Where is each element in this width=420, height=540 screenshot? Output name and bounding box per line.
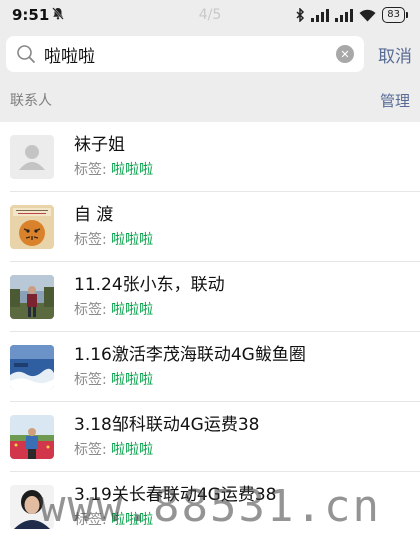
flower-field-avatar	[10, 415, 54, 459]
tag-value: 啦啦啦	[111, 302, 154, 318]
sea-avatar	[10, 345, 54, 389]
tag-label: 标签:	[74, 442, 112, 458]
contact-row[interactable]: 3.18邹科联动4G运费38 标签: 啦啦啦	[0, 402, 420, 472]
contact-tag-line: 标签: 啦啦啦	[74, 299, 225, 321]
tag-label: 标签:	[74, 232, 112, 248]
contact-row[interactable]: 袜子姐 标签: 啦啦啦	[0, 122, 420, 192]
contact-tag-line: 标签: 啦啦啦	[74, 159, 153, 181]
tag-value: 啦啦啦	[111, 512, 154, 528]
tag-value: 啦啦啦	[111, 442, 154, 458]
bluetooth-icon	[296, 8, 305, 22]
search-icon	[16, 44, 36, 64]
wifi-icon	[359, 9, 376, 22]
tiger-avatar	[10, 205, 54, 249]
search-field[interactable]: ✕	[6, 36, 364, 72]
tag-label: 标签:	[74, 372, 112, 388]
contact-name: 3.18邹科联动4G运费38	[74, 415, 260, 435]
search-input[interactable]	[44, 44, 336, 64]
section-title: 联系人	[10, 93, 52, 109]
manage-button[interactable]: 管理	[380, 90, 410, 111]
status-bar: 9:51 4/5 83	[0, 0, 420, 30]
contact-name: 袜子姐	[74, 135, 125, 155]
contact-list: 袜子姐 标签: 啦啦啦 自 渡 标签: 啦啦啦 11.24张小东，联动 标签: …	[0, 122, 420, 540]
contact-row[interactable]: 1.16激活李茂海联动4G鲅鱼圈 标签: 啦啦啦	[0, 332, 420, 402]
search-bar: ✕ 取消	[0, 30, 420, 78]
default-avatar-icon	[10, 135, 54, 179]
contact-tag-line: 标签: 啦啦啦	[74, 439, 259, 461]
tag-value: 啦啦啦	[111, 162, 154, 178]
tag-label: 标签:	[74, 162, 112, 178]
tag-value: 啦啦啦	[111, 372, 154, 388]
contact-row[interactable]: 自 渡 标签: 啦啦啦	[0, 192, 420, 262]
person-outdoor-avatar	[10, 275, 54, 319]
contact-name: 1.16激活李茂海联动4G鲅鱼圈	[74, 345, 306, 365]
contact-row[interactable]: 3.19关长春联动4G运费38 标签: 啦啦啦	[0, 472, 420, 540]
bell-muted-icon	[52, 7, 65, 23]
cancel-button[interactable]: 取消	[378, 42, 412, 67]
clear-icon[interactable]: ✕	[336, 45, 354, 63]
contact-row[interactable]: 11.24张小东，联动 标签: 啦啦啦	[0, 262, 420, 332]
contact-name: 11.24张小东，联动	[74, 275, 225, 295]
status-time: 9:51	[12, 6, 50, 24]
tag-label: 标签:	[74, 302, 112, 318]
tag-value: 啦啦啦	[111, 232, 154, 248]
battery-level: 83	[382, 7, 405, 23]
contact-tag-line: 标签: 啦啦啦	[74, 369, 306, 391]
contact-name: 自 渡	[74, 205, 114, 225]
portrait-avatar	[10, 485, 54, 529]
cellular-signal-2-icon	[335, 8, 354, 22]
contact-tag-line: 标签: 啦啦啦	[74, 509, 276, 531]
tag-label: 标签:	[74, 512, 112, 528]
contacts-section-header: 联系人 管理	[0, 78, 420, 122]
battery-icon: 83	[382, 7, 408, 23]
cellular-signal-icon	[311, 8, 330, 22]
contact-tag-line: 标签: 啦啦啦	[74, 229, 153, 251]
contact-name: 3.19关长春联动4G运费38	[74, 485, 277, 505]
